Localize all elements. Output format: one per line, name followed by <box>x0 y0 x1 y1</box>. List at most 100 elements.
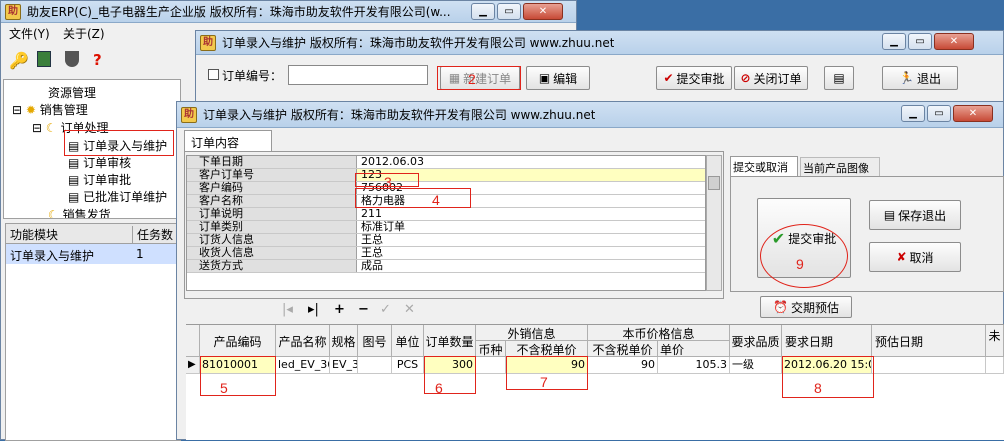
form-row[interactable]: 订单类别 标准订单 <box>187 221 705 234</box>
order-no-input[interactable] <box>288 65 428 85</box>
tree-sales[interactable]: ⊟ ✹ 销售管理 <box>12 101 88 118</box>
row-indicator[interactable]: ▶ <box>186 357 200 374</box>
order-window-back-title-bar: 助 订单录入与维护 版权所有：珠海市助友软件开发有限公司 www.zhuu.ne… <box>196 31 1003 55</box>
form-row[interactable]: 收货人信息 王总 <box>187 247 705 260</box>
tab-product-image[interactable]: 当前产品图像 <box>800 157 880 176</box>
form-label: 订单类别 <box>187 221 357 233</box>
annotation-circle-9 <box>760 224 848 288</box>
scroll-thumb[interactable] <box>708 176 720 190</box>
col-header-product-code[interactable]: 产品编码 <box>200 325 276 357</box>
minimize-button[interactable]: ▁ <box>901 105 925 122</box>
tree-item-order-review[interactable]: ▤ 订单审核 <box>68 154 131 171</box>
last-record-icon[interactable]: ▸| <box>308 302 319 317</box>
submit-approval-button[interactable]: ✔ 提交审批 <box>656 66 732 90</box>
first-record-icon[interactable]: |◂ <box>282 302 293 317</box>
delete-record-icon[interactable]: − <box>358 302 369 317</box>
cell-drawing-no[interactable] <box>358 357 392 374</box>
close-order-button[interactable]: ⊘ 关闭订单 <box>734 66 808 90</box>
col-header-more[interactable]: 未 <box>986 325 1004 357</box>
maximize-button[interactable]: ▭ <box>908 33 932 50</box>
tree-item-approved-orders[interactable]: ▤ 已批准订单维护 <box>68 188 167 205</box>
col-group-local: 本币价格信息 <box>588 325 730 341</box>
form-row[interactable]: 订货人信息 王总 <box>187 234 705 247</box>
form-label: 送货方式 <box>187 260 357 272</box>
form-label: 客户名称 <box>187 195 357 207</box>
save-exit-label: 保存退出 <box>898 208 947 223</box>
col-header-local-price-notax[interactable]: 不含税单价 <box>588 341 658 357</box>
cancel-button[interactable]: ✘ 取消 <box>869 242 961 272</box>
post-record-icon[interactable]: ✓ <box>380 302 391 317</box>
menu-bar: 文件(Y) 关于(Z) <box>1 25 201 43</box>
maximize-button[interactable]: ▭ <box>927 105 951 122</box>
cell-unit[interactable]: PCS <box>392 357 424 374</box>
tree-sales-delivery[interactable]: ☾ 销售发货 <box>48 206 111 218</box>
calculator-icon[interactable] <box>37 51 51 67</box>
annotation-box-8 <box>782 356 874 398</box>
save-exit-button[interactable]: ▤ 保存退出 <box>869 200 961 230</box>
cell-local-price-notax[interactable]: 90 <box>588 357 658 374</box>
header-task-count: 任务数 <box>132 226 173 243</box>
order-window-front-title: 订单录入与维护 版权所有：珠海市助友软件开发有限公司 www.zhuu.net <box>203 108 596 122</box>
col-header-req-date[interactable]: 要求日期 <box>782 325 872 357</box>
order-no-checkbox[interactable] <box>208 69 219 80</box>
col-header-quality[interactable]: 要求品质 <box>730 325 782 357</box>
moon-icon: ☾ <box>48 208 59 218</box>
form-row[interactable]: 订单说明 211 <box>187 208 705 221</box>
cell-more[interactable] <box>986 357 1004 374</box>
key-icon[interactable]: 🔑 <box>9 51 29 70</box>
menu-file[interactable]: 文件(Y) <box>9 25 50 42</box>
exit-button[interactable]: 🏃 退出 <box>882 66 958 90</box>
shield-icon[interactable] <box>65 51 79 67</box>
cell-spec[interactable]: EV_3 <box>330 357 358 374</box>
tab-order-content[interactable]: 订单内容 <box>184 130 272 152</box>
col-header-product-name[interactable]: 产品名称 <box>276 325 330 357</box>
tree-item-order-approval[interactable]: ▤ 订单审批 <box>68 171 131 188</box>
doc-icon: ▤ <box>68 156 80 170</box>
form-label: 订货人信息 <box>187 234 357 246</box>
cell-local-price[interactable]: 105.3 <box>658 357 730 374</box>
annotation-number-9: 9 <box>796 256 804 272</box>
form-row[interactable]: 下单日期 2012.06.03 <box>187 156 705 169</box>
edit-button[interactable]: ▣ 编辑 <box>526 66 590 90</box>
close-button[interactable]: ✕ <box>953 105 993 122</box>
col-header-drawing-no[interactable]: 图号 <box>358 325 392 357</box>
minimize-button[interactable]: ▁ <box>882 33 906 50</box>
cell-est-date[interactable] <box>872 357 986 374</box>
close-button[interactable]: ✕ <box>523 3 563 20</box>
exit-label: 退出 <box>916 71 941 86</box>
tree-item-label: 订单审批 <box>83 173 132 187</box>
tree-item-label: 订单审核 <box>83 156 132 170</box>
col-header-local-price[interactable]: 单价 <box>658 341 730 357</box>
grid-corner <box>186 325 200 357</box>
form-label: 客户订单号 <box>187 169 357 181</box>
col-header-currency[interactable]: 币种 <box>476 341 506 357</box>
maximize-button[interactable]: ▭ <box>497 3 521 20</box>
help-icon[interactable]: ? <box>93 51 102 69</box>
add-record-icon[interactable]: + <box>334 302 345 317</box>
cell-quality[interactable]: 一级 <box>730 357 782 374</box>
form-row[interactable]: 送货方式 成品 <box>187 260 705 273</box>
col-header-unit[interactable]: 单位 <box>392 325 424 357</box>
tab-submit-cancel[interactable]: 提交或取消 <box>730 156 798 176</box>
check-icon: ✔ <box>663 71 674 85</box>
col-header-spec[interactable]: 规格 <box>330 325 358 357</box>
cancel-record-icon[interactable]: ✕ <box>404 302 415 317</box>
minimize-button[interactable]: ▁ <box>471 3 495 20</box>
delivery-estimate-button[interactable]: ⏰ 交期预估 <box>760 296 852 318</box>
toolbar: 🔑 ? <box>7 49 117 71</box>
form-row[interactable]: 客户订单号 123 <box>187 169 705 182</box>
tree-root[interactable]: 资源管理 <box>48 84 96 101</box>
save-icon: ▤ <box>883 208 896 222</box>
task-table-row[interactable]: 订单录入与维护 1 <box>6 244 180 264</box>
cell-product-name[interactable]: led_EV_36 <box>276 357 330 374</box>
col-header-quantity[interactable]: 订单数量 <box>424 325 476 357</box>
print-button[interactable]: ▤ <box>824 66 854 90</box>
form-label: 客户编码 <box>187 182 357 194</box>
cell-currency[interactable] <box>476 357 506 374</box>
close-button[interactable]: ✕ <box>934 33 974 50</box>
menu-about[interactable]: 关于(Z) <box>63 25 105 42</box>
col-header-foreign-price[interactable]: 不含税单价 <box>506 341 588 357</box>
col-header-est-date[interactable]: 预估日期 <box>872 325 986 357</box>
order-window-front-title-bar: 助 订单录入与维护 版权所有：珠海市助友软件开发有限公司 www.zhuu.ne… <box>177 102 1003 128</box>
form-scrollbar[interactable] <box>706 155 722 291</box>
